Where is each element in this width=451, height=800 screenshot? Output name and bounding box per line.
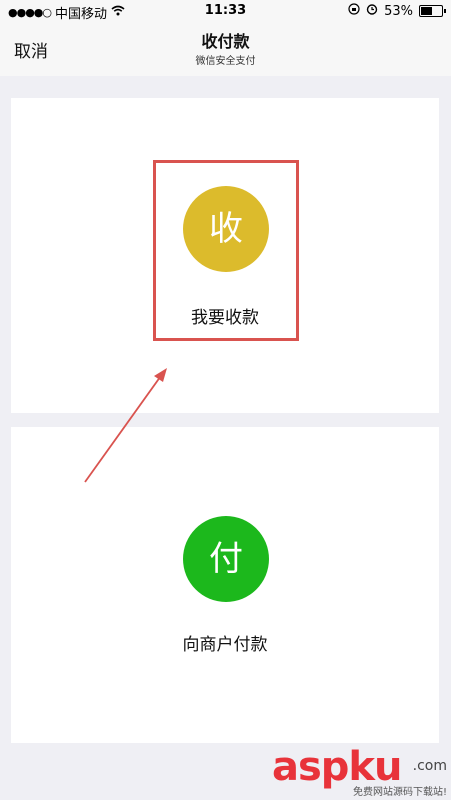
annotation-arrow	[84, 368, 167, 483]
watermark-tld: .com	[412, 758, 447, 774]
watermark-logo: aspku .com 免费网站源码下载站!	[272, 744, 447, 798]
watermark-subtitle: 免费网站源码下载站!	[352, 787, 447, 798]
